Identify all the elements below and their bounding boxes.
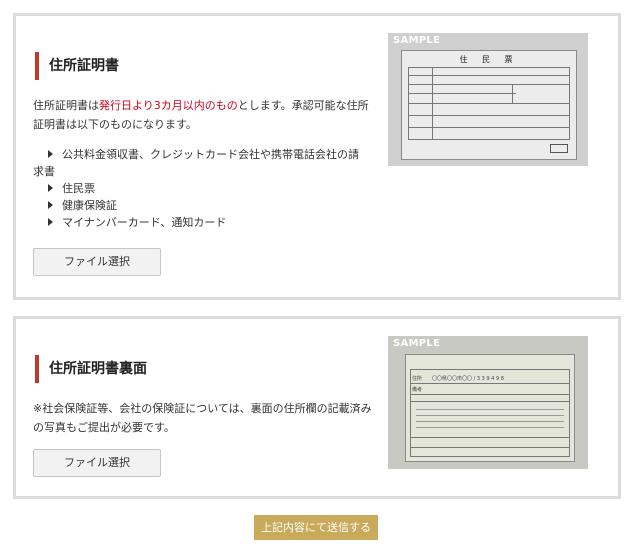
sample-field-address-label: 住所 [412, 376, 423, 382]
sample-image-insurance-card-back: SAMPLE 住所 〇〇県〇〇市〇〇 / 3 3 9 4 9 8 備考 [388, 336, 588, 469]
insurance-card-back-illustration: 住所 〇〇県〇〇市〇〇 / 3 3 9 4 9 8 備考 [405, 354, 575, 462]
section-title-address-proof: 住所証明書 [35, 52, 119, 80]
sample-field-note-label: 備考 [412, 387, 423, 393]
sample-doc-title: 住 民 票 [459, 55, 519, 64]
resident-record-illustration: 住 民 票 [401, 50, 577, 160]
description-prefix: 住所証明書は [33, 99, 99, 112]
file-select-button-address-proof-back[interactable]: ファイル選択 [33, 449, 161, 477]
triangle-bullet-icon [48, 201, 53, 209]
list-item-label: 住民票 [62, 182, 95, 195]
address-proof-card: 住所証明書 住所証明書は発行日より3カ月以内のものとします。承認可能な住所証明書… [13, 13, 621, 300]
accepted-documents-list: 公共料金領収書、クレジットカード会社や携帯電話会社の請求書 住民票 健康保険証 … [33, 146, 363, 231]
triangle-bullet-icon [48, 218, 53, 226]
address-proof-back-description: ※社会保険証等、会社の保険証については、裏面の住所欄の記載済みの写真もご提出が必… [33, 402, 372, 434]
address-proof-back-card: 住所証明書裏面 ※社会保険証等、会社の保険証については、裏面の住所欄の記載済みの… [13, 316, 621, 499]
section-title-address-proof-back: 住所証明書裏面 [35, 355, 147, 383]
file-select-button-address-proof[interactable]: ファイル選択 [33, 248, 161, 276]
submit-button[interactable]: 上記内容にて送信する [254, 515, 378, 540]
list-item-label: 公共料金領収書、クレジットカード会社や携帯電話会社の請求書 [33, 148, 359, 178]
description-highlight: 発行日より3カ月以内のもの [99, 99, 238, 112]
list-item: 健康保険証 [33, 197, 363, 214]
list-item-label: マイナンバーカード、通知カード [62, 216, 227, 229]
sample-address-value: 〇〇県〇〇市〇〇 / 3 3 9 4 9 8 [432, 376, 504, 382]
list-item: 公共料金領収書、クレジットカード会社や携帯電話会社の請求書 [33, 146, 363, 180]
sample-label: SAMPLE [393, 35, 441, 46]
list-item: マイナンバーカード、通知カード [33, 214, 363, 231]
list-item-label: 健康保険証 [62, 199, 117, 212]
address-proof-description: 住所証明書は発行日より3カ月以内のものとします。承認可能な住所証明書は以下のもの… [33, 96, 378, 134]
triangle-bullet-icon [48, 184, 53, 192]
sample-image-resident-record: SAMPLE 住 民 票 [388, 33, 588, 166]
sample-label: SAMPLE [393, 338, 441, 349]
triangle-bullet-icon [48, 150, 53, 158]
list-item: 住民票 [33, 180, 363, 197]
